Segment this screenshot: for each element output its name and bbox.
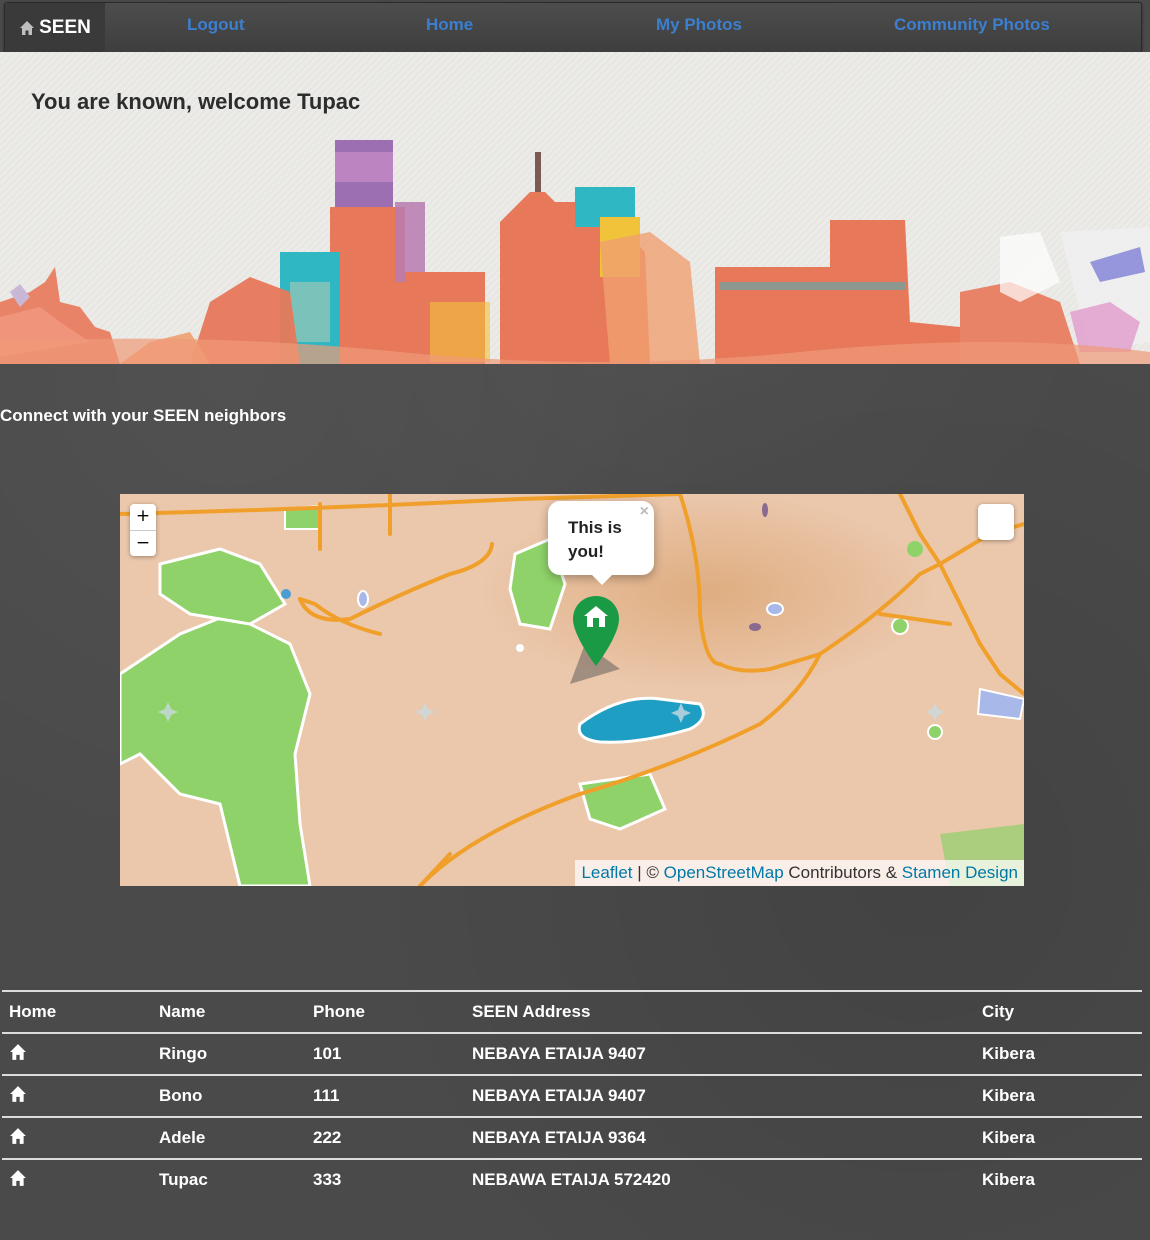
nav-community-photos-link[interactable]: Community Photos — [894, 15, 1050, 35]
table-row: Bono 111 NEBAYA ETAIJA 9407 Kibera — [2, 1074, 1142, 1117]
leaflet-link[interactable]: Leaflet — [581, 863, 632, 882]
nav-my-photos-link[interactable]: My Photos — [656, 15, 742, 35]
map[interactable]: + − This is you! × Leaflet | © OpenStree… — [120, 494, 1024, 886]
city-cell: Kibera — [975, 1074, 1142, 1117]
table-row: Tupac 333 NEBAWA ETAIJA 572420 Kibera — [2, 1158, 1142, 1200]
nav-home-link[interactable]: Home — [426, 15, 473, 35]
map-popup: This is you! × — [548, 501, 654, 585]
column-header-city: City — [975, 990, 1142, 1033]
city-cell: Kibera — [975, 1032, 1142, 1075]
table-header-row: Home Name Phone SEEN Address City — [2, 990, 1142, 1033]
phone-cell: 101 — [306, 1032, 465, 1075]
address-cell: NEBAWA ETAIJA 572420 — [465, 1158, 975, 1200]
map-attribution: Leaflet | © OpenStreetMap Contributors &… — [575, 860, 1024, 886]
neighbors-heading: Connect with your SEEN neighbors — [0, 406, 287, 425]
table-row: Ringo 101 NEBAYA ETAIJA 9407 Kibera — [2, 1032, 1142, 1075]
home-cell[interactable] — [2, 1116, 152, 1159]
name-cell: Adele — [152, 1116, 306, 1159]
hero-banner: You are known, welcome Tupac — [0, 52, 1150, 364]
zoom-in-button[interactable]: + — [130, 504, 156, 530]
home-icon[interactable] — [9, 1169, 27, 1187]
brand-label: SEEN — [39, 16, 91, 38]
name-cell: Tupac — [152, 1158, 306, 1200]
address-cell: NEBAYA ETAIJA 9407 — [465, 1074, 975, 1117]
address-cell: NEBAYA ETAIJA 9407 — [465, 1032, 975, 1075]
popup-close-button[interactable]: × — [640, 503, 649, 521]
column-header-home: Home — [2, 990, 152, 1033]
welcome-heading: You are known, welcome Tupac — [31, 89, 361, 114]
table-row: Adele 222 NEBAYA ETAIJA 9364 Kibera — [2, 1116, 1142, 1159]
phone-cell: 111 — [306, 1074, 465, 1117]
column-header-address: SEEN Address — [465, 990, 975, 1033]
nav-logout-link[interactable]: Logout — [187, 15, 245, 35]
attribution-separator: | © — [632, 863, 664, 882]
home-icon[interactable] — [9, 1085, 27, 1103]
city-cell: Kibera — [975, 1116, 1142, 1159]
navbar: SEEN Logout Home My Photos Community Pho… — [4, 2, 1142, 53]
attribution-contributors: Contributors & — [783, 863, 902, 882]
openstreetmap-link[interactable]: OpenStreetMap — [664, 863, 784, 882]
home-icon[interactable] — [9, 1127, 27, 1145]
zoom-out-button[interactable]: − — [130, 530, 156, 556]
city-cell: Kibera — [975, 1158, 1142, 1200]
column-header-phone: Phone — [306, 990, 465, 1033]
brand[interactable]: SEEN — [5, 3, 105, 52]
home-icon — [20, 20, 35, 35]
name-cell: Ringo — [152, 1032, 306, 1075]
home-cell[interactable] — [2, 1032, 152, 1075]
home-cell[interactable] — [2, 1074, 152, 1117]
phone-cell: 222 — [306, 1116, 465, 1159]
location-marker-icon[interactable] — [572, 596, 620, 666]
layer-control-button[interactable] — [978, 504, 1014, 540]
home-icon[interactable] — [9, 1043, 27, 1061]
phone-cell: 333 — [306, 1158, 465, 1200]
column-header-name: Name — [152, 990, 306, 1033]
popup-text: This is you! — [568, 518, 622, 561]
name-cell: Bono — [152, 1074, 306, 1117]
stamen-design-link[interactable]: Stamen Design — [902, 863, 1018, 882]
neighbors-table: Home Name Phone SEEN Address City Ringo … — [2, 990, 1142, 1200]
home-cell[interactable] — [2, 1158, 152, 1200]
address-cell: NEBAYA ETAIJA 9364 — [465, 1116, 975, 1159]
zoom-control: + − — [130, 504, 156, 556]
